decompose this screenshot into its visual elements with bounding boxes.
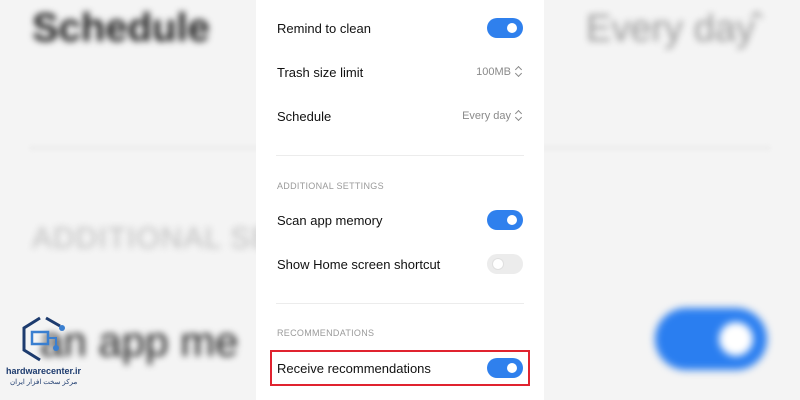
background-schedule-value: Every day [586,8,755,50]
home-screen-shortcut-label: Show Home screen shortcut [277,256,441,272]
highlight-box [270,350,530,386]
chevron-up-down-icon [515,110,523,122]
toggle-knob [507,215,517,225]
toggle-knob [493,259,503,269]
remind-to-clean-toggle[interactable] [487,18,523,38]
section-divider [276,155,524,156]
circuit-logo-icon [22,316,65,362]
home-screen-shortcut-row[interactable]: Show Home screen shortcut [256,242,544,286]
watermark-name: hardwarecenter.ir [6,366,82,376]
trash-size-limit-label: Trash size limit [277,64,364,80]
toggle-knob [507,23,517,33]
trash-size-limit-row[interactable]: Trash size limit 100MB [256,50,544,94]
schedule-row[interactable]: Schedule Every day [256,94,544,138]
settings-panel: Remind to clean Trash size limit 100MB S… [256,0,544,400]
watermark-subtitle: مرکز سخت افزار ایران [10,379,78,386]
remind-to-clean-label: Remind to clean [277,20,371,36]
chevron-up-down-icon [515,66,523,78]
watermark-logo: hardwarecenter.ir مرکز سخت افزار ایران [6,314,81,394]
trash-size-limit-value-wrap[interactable]: 100MB [476,66,523,78]
recommendations-header: RECOMMENDATIONS [277,328,375,338]
schedule-value-wrap[interactable]: Every day [462,110,523,122]
home-screen-shortcut-toggle[interactable] [487,254,523,274]
scan-app-memory-toggle[interactable] [487,210,523,230]
scan-app-memory-row[interactable]: Scan app memory [256,198,544,242]
section-divider [276,303,524,304]
scan-app-memory-label: Scan app memory [277,212,383,228]
trash-size-limit-value: 100MB [476,66,511,78]
background-toggle [655,308,767,370]
background-chevron-icon: ⌃ [745,7,769,38]
schedule-label: Schedule [277,108,332,124]
background-title: Schedule [32,6,210,50]
remind-to-clean-row[interactable]: Remind to clean [256,6,544,50]
schedule-value: Every day [462,110,511,122]
additional-settings-header: ADDITIONAL SETTINGS [277,181,384,191]
